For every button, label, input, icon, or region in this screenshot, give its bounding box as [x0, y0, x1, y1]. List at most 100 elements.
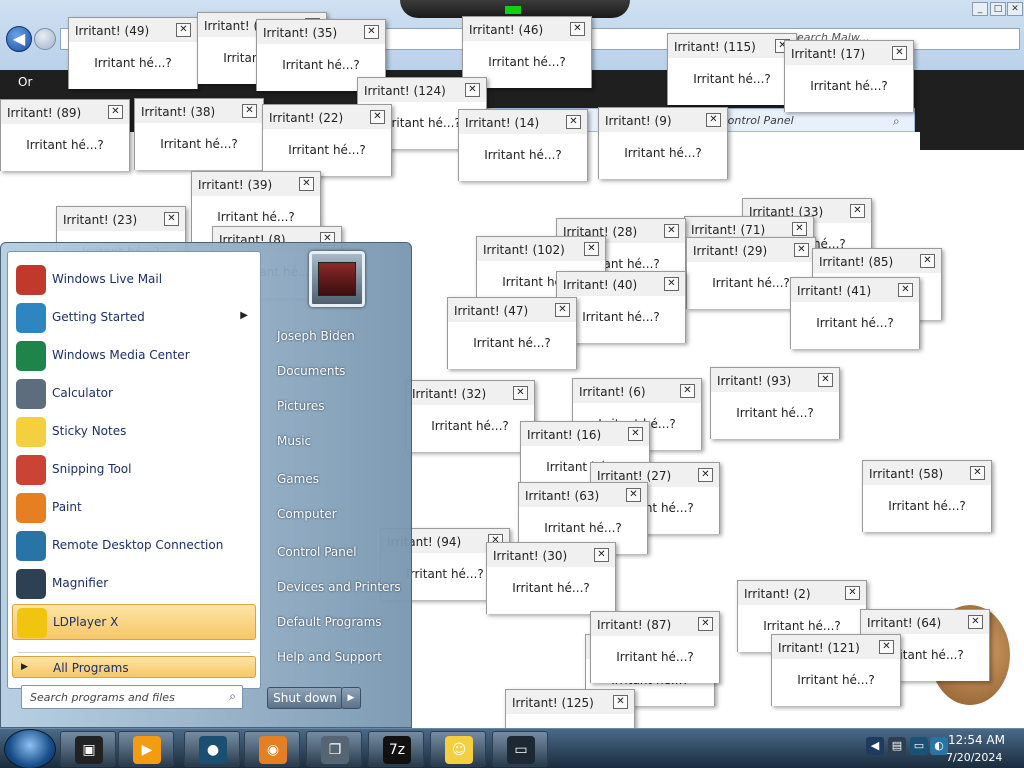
start-menu-link[interactable]: Control Panel [275, 539, 405, 565]
minimize-button[interactable]: _ [972, 2, 988, 16]
irritant-dialog[interactable]: Irritant! (32) ✕ Irritant hé...? [405, 380, 535, 452]
start-menu-link[interactable]: Computer [275, 501, 405, 527]
close-icon[interactable]: ✕ [664, 224, 679, 238]
start-menu-link[interactable]: Music [275, 428, 405, 454]
shutdown-button[interactable]: Shut down [267, 687, 343, 709]
close-icon[interactable]: ✕ [465, 83, 480, 97]
taskbar-button[interactable]: ❐ [306, 731, 362, 767]
close-icon[interactable]: ✕ [164, 212, 179, 226]
close-icon[interactable]: ✕ [706, 113, 721, 127]
close-icon[interactable]: ✕ [628, 427, 643, 441]
close-icon[interactable]: ✕ [242, 104, 257, 118]
start-menu-link[interactable]: Documents [275, 358, 405, 384]
close-icon[interactable]: ✕ [698, 468, 713, 482]
close-icon[interactable]: ✕ [370, 110, 385, 124]
close-icon[interactable]: ✕ [176, 23, 191, 37]
taskbar-button[interactable]: ▣ [60, 731, 116, 767]
close-icon[interactable]: ✕ [698, 617, 713, 631]
taskbar-button[interactable]: ● [184, 731, 240, 767]
taskbar-button[interactable]: ☺ [430, 731, 486, 767]
start-menu-link[interactable]: Default Programs [275, 609, 405, 635]
close-icon[interactable]: ✕ [680, 384, 695, 398]
close-icon[interactable]: ✕ [664, 277, 679, 291]
start-menu-item[interactable]: Getting Started ▶ [12, 300, 256, 336]
close-icon[interactable]: ✕ [879, 640, 894, 654]
irritant-dialog[interactable]: Irritant! (49) ✕ Irritant hé...? [68, 17, 198, 89]
forward-arrow-icon[interactable] [34, 28, 56, 50]
irritant-dialog[interactable]: Irritant! (17) ✕ Irritant hé...? [784, 40, 914, 112]
tray-monitor-icon[interactable]: ▭ [910, 737, 928, 755]
close-icon[interactable]: ✕ [626, 488, 641, 502]
close-icon[interactable]: ✕ [794, 243, 809, 257]
irritant-dialog[interactable]: Irritant! (89) ✕ Irritant hé...? [0, 99, 130, 171]
taskbar-button[interactable]: ▶ [118, 731, 174, 767]
close-icon[interactable]: ✕ [566, 115, 581, 129]
close-icon[interactable]: ✕ [818, 373, 833, 387]
close-icon[interactable]: ✕ [613, 695, 628, 709]
start-menu-item[interactable]: LDPlayer X [12, 604, 256, 640]
dialog-message: Irritant hé...? [816, 316, 894, 330]
close-icon[interactable]: ✕ [792, 222, 807, 236]
irritant-dialog[interactable]: Irritant! (87) ✕ Irritant hé...? [590, 611, 720, 683]
start-menu-item[interactable]: Calculator [12, 376, 256, 412]
taskbar-button[interactable]: 7z [368, 731, 424, 767]
all-programs-button[interactable]: ▶ All Programs [12, 656, 256, 678]
maximize-button[interactable]: □ [990, 2, 1006, 16]
start-menu-link[interactable]: Help and Support [275, 644, 405, 670]
start-search-input[interactable]: Search programs and files ⌕ [21, 685, 243, 709]
dialog-title: Irritant! (46) [469, 23, 544, 37]
close-icon[interactable]: ✕ [570, 22, 585, 36]
start-menu-item[interactable]: Sticky Notes [12, 414, 256, 450]
taskbar-button[interactable]: ▭ [492, 731, 548, 767]
banner-text: Or [18, 75, 33, 89]
search-icon[interactable]: ⌕ [893, 114, 900, 129]
back-arrow-icon[interactable]: ◀ [6, 26, 32, 52]
close-icon[interactable]: ✕ [892, 46, 907, 60]
irritant-dialog[interactable]: Irritant! (58) ✕ Irritant hé...? [862, 460, 992, 532]
close-icon[interactable]: ✕ [970, 466, 985, 480]
close-icon[interactable]: ✕ [364, 25, 379, 39]
close-icon[interactable]: ✕ [594, 548, 609, 562]
irritant-dialog[interactable]: Irritant! (14) ✕ Irritant hé...? [458, 109, 588, 181]
start-menu-item[interactable]: Snipping Tool [12, 452, 256, 488]
tray-network-icon[interactable]: ▤ [888, 737, 906, 755]
shutdown-options-button[interactable]: ▶ [341, 687, 361, 709]
irritant-dialog[interactable]: Irritant! (41) ✕ Irritant hé...? [790, 277, 920, 349]
tray-arrow-icon[interactable]: ◀ [866, 737, 884, 755]
close-icon[interactable]: ✕ [898, 283, 913, 297]
start-menu-item[interactable]: Remote Desktop Connection [12, 528, 256, 564]
start-menu-item[interactable]: Windows Media Center [12, 338, 256, 374]
start-menu-link[interactable]: Devices and Printers [275, 574, 405, 600]
irritant-dialog[interactable]: Irritant! (93) ✕ Irritant hé...? [710, 367, 840, 439]
close-icon[interactable]: ✕ [584, 242, 599, 256]
irritant-dialog[interactable]: Irritant! (9) ✕ Irritant hé...? [598, 107, 728, 179]
close-icon[interactable]: ✕ [850, 204, 865, 218]
close-icon[interactable]: ✕ [108, 105, 123, 119]
start-menu-link[interactable]: Pictures [275, 393, 405, 419]
start-menu-item[interactable]: Paint [12, 490, 256, 526]
close-icon[interactable]: ✕ [968, 615, 983, 629]
irritant-dialog[interactable]: Irritant! (30) ✕ Irritant hé...? [486, 542, 616, 614]
start-orb-icon[interactable] [4, 729, 56, 768]
close-icon[interactable]: ✕ [299, 177, 314, 191]
start-menu-item[interactable]: Windows Live Mail [12, 262, 256, 298]
irritant-dialog[interactable]: Irritant! (121) ✕ Irritant hé...? [771, 634, 901, 706]
close-icon[interactable]: ✕ [555, 303, 570, 317]
start-menu-link[interactable]: Games [275, 466, 405, 492]
irritant-dialog[interactable]: Irritant! (38) ✕ Irritant hé...? [134, 98, 264, 170]
user-avatar[interactable] [309, 251, 365, 307]
clock-date[interactable]: 7/20/2024 [946, 751, 1002, 764]
search-icon: ⌕ [229, 689, 236, 703]
close-icon[interactable]: ✕ [513, 386, 528, 400]
start-menu-item[interactable]: Magnifier [12, 566, 256, 602]
irritant-dialog[interactable]: Irritant! (22) ✕ Irritant hé...? [262, 104, 392, 176]
close-icon[interactable]: ✕ [920, 254, 935, 268]
irritant-dialog[interactable]: Irritant! (115) ✕ Irritant hé...? [667, 33, 797, 105]
close-icon[interactable]: ✕ [845, 586, 860, 600]
taskbar-button[interactable]: ◉ [244, 731, 300, 767]
start-menu: Windows Live Mail Getting Started ▶ Windows… [0, 242, 412, 728]
start-menu-link[interactable]: Joseph Biden [275, 323, 405, 349]
clock-time[interactable]: 12:54 AM [948, 733, 1005, 747]
irritant-dialog[interactable]: Irritant! (47) ✕ Irritant hé...? [447, 297, 577, 369]
close-button[interactable]: ✕ [1007, 2, 1023, 16]
